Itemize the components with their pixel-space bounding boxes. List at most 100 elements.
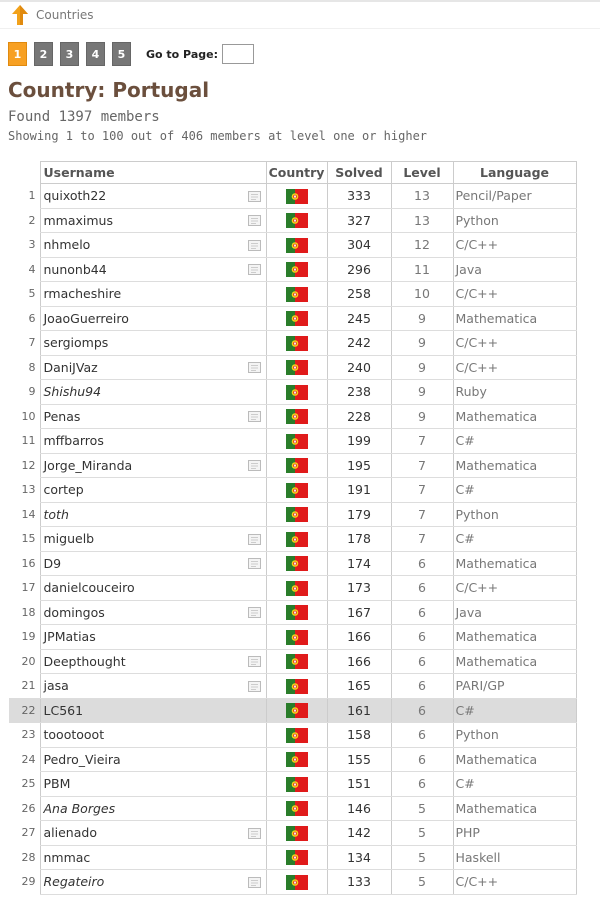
portugal-flag-icon bbox=[285, 801, 308, 817]
username-link[interactable]: Deepthought bbox=[44, 654, 126, 669]
username-column-header[interactable]: Username bbox=[39, 161, 267, 184]
profile-note-icon[interactable] bbox=[247, 876, 261, 888]
profile-note-icon[interactable] bbox=[247, 827, 261, 839]
username-cell: PBM bbox=[39, 771, 266, 797]
profile-note-icon[interactable] bbox=[247, 361, 261, 374]
username-link[interactable]: Penas bbox=[44, 409, 81, 424]
profile-note-icon[interactable] bbox=[247, 606, 261, 619]
table-row: 25 PBM 151 6 C# bbox=[9, 771, 577, 797]
level-cell: 6 bbox=[390, 551, 453, 576]
profile-note-icon[interactable] bbox=[247, 680, 261, 692]
portugal-flag-icon bbox=[285, 752, 308, 768]
username-link[interactable]: Pedro_Vieira bbox=[44, 752, 121, 767]
rank-cell: 1 bbox=[28, 189, 36, 203]
language-cell: Mathematica bbox=[452, 404, 577, 429]
username-link[interactable]: jasa bbox=[44, 678, 69, 693]
username-link[interactable]: nmmac bbox=[44, 850, 91, 865]
solved-cell: 155 bbox=[326, 747, 391, 772]
level-cell: 6 bbox=[390, 624, 453, 650]
username-link[interactable]: miguelb bbox=[44, 531, 95, 546]
profile-note-icon[interactable] bbox=[247, 459, 261, 472]
username-link[interactable]: Ana Borges bbox=[44, 801, 116, 816]
country-cell bbox=[265, 477, 327, 503]
username-link[interactable]: mmaximus bbox=[44, 213, 114, 228]
username-link[interactable]: PBM bbox=[44, 776, 71, 791]
level-cell: 6 bbox=[390, 600, 453, 625]
profile-note-icon[interactable] bbox=[247, 557, 261, 570]
country-cell bbox=[265, 428, 327, 454]
username-link[interactable]: Jorge_Miranda bbox=[44, 458, 133, 473]
table-row: 15 miguelb 178 7 C# bbox=[9, 526, 577, 552]
username-link[interactable]: toth bbox=[44, 507, 69, 522]
language-column-header[interactable]: Language bbox=[452, 161, 577, 184]
language-cell: C/C++ bbox=[452, 355, 577, 380]
username-link[interactable]: domingos bbox=[44, 605, 105, 620]
username-cell: nhmelo bbox=[39, 232, 266, 258]
username-link[interactable]: LC561 bbox=[44, 703, 84, 718]
language-cell: C# bbox=[452, 698, 577, 723]
rank-cell: 25 bbox=[21, 777, 36, 791]
solved-cell: 238 bbox=[326, 379, 391, 405]
profile-note-icon[interactable] bbox=[247, 190, 261, 202]
language-cell: C# bbox=[452, 477, 577, 503]
page-2-button[interactable]: 2 bbox=[34, 42, 53, 66]
table-row: 18 domingos 167 6 Java bbox=[9, 600, 577, 625]
username-link[interactable]: danielcouceiro bbox=[44, 580, 135, 595]
language-cell: Python bbox=[452, 208, 577, 233]
solved-cell: 166 bbox=[326, 649, 391, 674]
solved-cell: 179 bbox=[326, 502, 391, 527]
profile-note-icon[interactable] bbox=[247, 410, 261, 423]
profile-note-icon[interactable] bbox=[247, 214, 261, 227]
level-cell: 9 bbox=[390, 379, 453, 405]
rank-cell: 12 bbox=[21, 458, 36, 472]
username-link[interactable]: DaniJVaz bbox=[44, 360, 98, 375]
username-link[interactable]: quixoth22 bbox=[44, 188, 107, 203]
profile-note-icon[interactable] bbox=[247, 263, 261, 276]
country-column-header[interactable]: Country bbox=[265, 161, 328, 184]
country-cell bbox=[265, 600, 327, 625]
page-3-button[interactable]: 3 bbox=[60, 42, 79, 66]
rank-cell: 18 bbox=[21, 605, 36, 619]
table-row: 19 JPMatias 166 6 Mathematica bbox=[9, 624, 577, 650]
language-cell: C/C++ bbox=[452, 281, 577, 307]
username-link[interactable]: Regateiro bbox=[44, 874, 105, 889]
rank-cell: 4 bbox=[28, 262, 36, 276]
solved-cell: 296 bbox=[326, 257, 391, 282]
username-cell: Deepthought bbox=[39, 649, 266, 674]
solved-column-header[interactable]: Solved bbox=[326, 161, 392, 184]
language-cell: Java bbox=[452, 600, 577, 625]
profile-note-icon[interactable] bbox=[247, 533, 261, 545]
language-cell: Python bbox=[452, 722, 577, 748]
username-cell: JoaoGuerreiro bbox=[39, 306, 266, 331]
username-link[interactable]: alienado bbox=[44, 825, 97, 840]
username-link[interactable]: sergiomps bbox=[44, 335, 109, 350]
level-column-header[interactable]: Level bbox=[390, 161, 454, 184]
goto-page-input[interactable] bbox=[221, 44, 254, 64]
username-link[interactable]: nhmelo bbox=[44, 237, 91, 252]
rank-cell: 19 bbox=[21, 630, 36, 644]
rank-cell: 15 bbox=[21, 532, 36, 546]
username-link[interactable]: nunonb44 bbox=[44, 262, 107, 277]
username-link[interactable]: cortep bbox=[44, 482, 84, 497]
username-link[interactable]: JoaoGuerreiro bbox=[44, 311, 129, 326]
profile-note-icon[interactable] bbox=[247, 655, 261, 668]
language-cell: Mathematica bbox=[452, 649, 577, 674]
portugal-flag-icon bbox=[285, 335, 308, 351]
page-4-button[interactable]: 4 bbox=[86, 42, 105, 66]
page-5-button[interactable]: 5 bbox=[112, 42, 131, 66]
level-cell: 7 bbox=[390, 428, 453, 454]
username-link[interactable]: D9 bbox=[44, 556, 62, 571]
username-link[interactable]: mffbarros bbox=[44, 433, 104, 448]
username-link[interactable]: toootooot bbox=[44, 727, 105, 742]
username-link[interactable]: rmacheshire bbox=[44, 286, 122, 301]
language-cell: PARI/GP bbox=[452, 673, 577, 699]
table-row: 3 nhmelo 304 12 C/C++ bbox=[9, 232, 577, 258]
username-link[interactable]: JPMatias bbox=[44, 629, 96, 644]
back-to-countries-link[interactable]: Countries bbox=[11, 5, 94, 25]
language-cell: Mathematica bbox=[452, 306, 577, 331]
page-1-button[interactable]: 1 bbox=[8, 42, 27, 66]
table-row: 10 Penas 228 9 Mathematica bbox=[9, 404, 577, 429]
profile-note-icon[interactable] bbox=[247, 239, 261, 251]
username-link[interactable]: Shishu94 bbox=[44, 384, 102, 399]
rank-cell: 24 bbox=[21, 752, 36, 766]
